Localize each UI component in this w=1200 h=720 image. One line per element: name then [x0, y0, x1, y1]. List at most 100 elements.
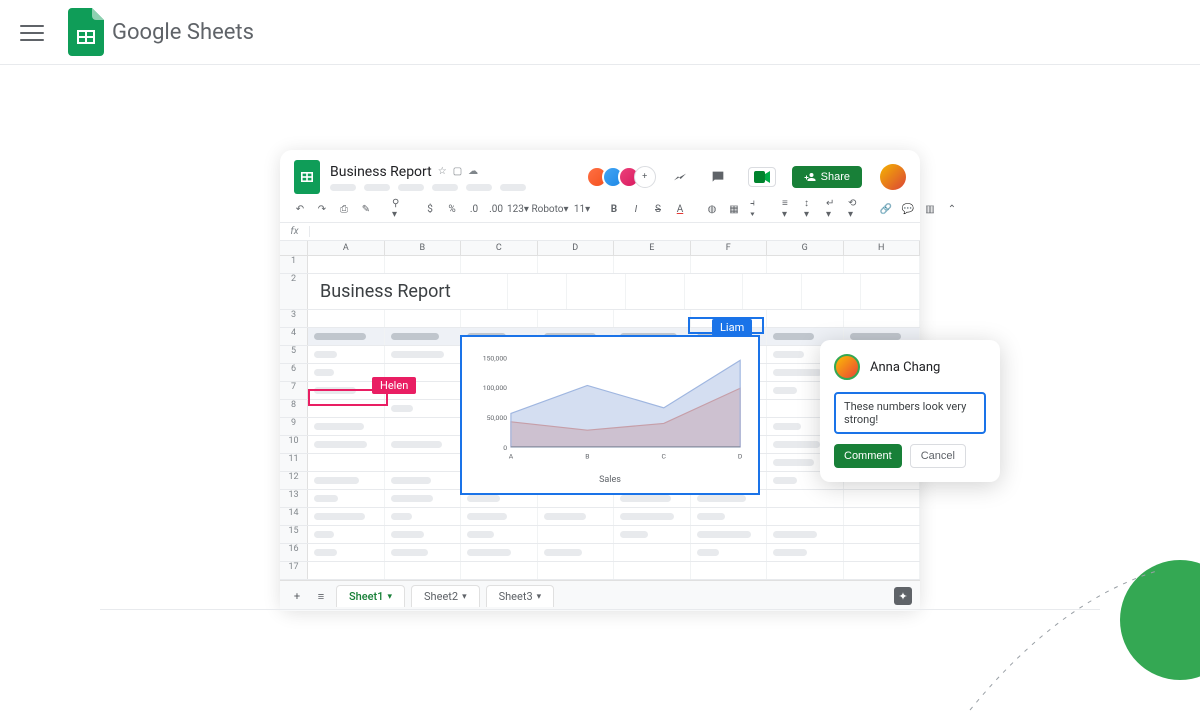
cell[interactable] [614, 256, 691, 273]
cell[interactable] [538, 508, 615, 525]
valign-icon[interactable]: ↕ ▾ [804, 202, 816, 216]
all-sheets-button[interactable]: ≡ [312, 590, 330, 603]
cell[interactable] [308, 346, 385, 363]
toolbar-overflow-icon[interactable]: ⌃ [946, 202, 958, 216]
row[interactable]: 1 [280, 256, 920, 274]
cell[interactable] [691, 526, 768, 543]
cell[interactable] [461, 508, 538, 525]
cell[interactable] [385, 256, 462, 273]
sheet-tab[interactable]: Sheet1▾ [336, 585, 405, 607]
paint-format-icon[interactable]: ✎ [360, 202, 372, 216]
product-logo[interactable]: Google Sheets [68, 8, 254, 56]
redo-icon[interactable]: ↷ [316, 202, 328, 216]
cell[interactable] [385, 400, 462, 417]
number-format-dropdown[interactable]: 123 ▾ [512, 202, 524, 216]
row-header[interactable]: 11 [280, 454, 308, 471]
cell[interactable] [385, 544, 462, 561]
col-header[interactable]: D [538, 241, 615, 255]
sheet-tab[interactable]: Sheet2▾ [411, 585, 480, 607]
row-header[interactable]: 4 [280, 328, 308, 345]
row-header[interactable]: 17 [280, 562, 308, 579]
cell[interactable] [802, 274, 861, 309]
row-header[interactable]: 1 [280, 256, 308, 273]
cell[interactable] [844, 526, 921, 543]
rotate-icon[interactable]: ⟲ ▾ [848, 202, 860, 216]
cell[interactable] [461, 310, 538, 327]
row-header[interactable]: 8 [280, 400, 308, 417]
row-header[interactable]: 6 [280, 364, 308, 381]
comment-input[interactable]: These numbers look very strong! [834, 392, 986, 434]
account-avatar[interactable] [880, 164, 906, 190]
cell[interactable] [614, 310, 691, 327]
row-header[interactable]: 14 [280, 508, 308, 525]
collaborator-avatars[interactable]: + [592, 166, 656, 188]
cell[interactable] [844, 310, 921, 327]
font-size-dropdown[interactable]: 11 ▾ [576, 202, 588, 216]
cell[interactable] [308, 418, 385, 435]
row-header[interactable]: 13 [280, 490, 308, 507]
row[interactable]: 17 [280, 562, 920, 580]
col-header[interactable]: H [844, 241, 921, 255]
cell[interactable] [308, 454, 385, 471]
merge-icon[interactable]: ⫞ ▾ [750, 202, 762, 216]
cell[interactable] [308, 436, 385, 453]
row-header[interactable]: 16 [280, 544, 308, 561]
print-icon[interactable]: ⎙ [338, 202, 350, 216]
cell[interactable] [691, 256, 768, 273]
cell[interactable] [614, 508, 691, 525]
col-header[interactable]: G [767, 241, 844, 255]
row-header[interactable]: 5 [280, 346, 308, 363]
cell[interactable] [461, 544, 538, 561]
row-header[interactable]: 7 [280, 382, 308, 399]
comment-submit-button[interactable]: Comment [834, 444, 902, 468]
row[interactable]: 14 [280, 508, 920, 526]
sheet-tab[interactable]: Sheet3▾ [486, 585, 555, 607]
cell[interactable] [538, 310, 615, 327]
meet-button[interactable] [748, 167, 776, 187]
insert-chart-icon[interactable]: ▥ [924, 202, 936, 216]
col-header[interactable]: E [614, 241, 691, 255]
cell[interactable] [626, 274, 685, 309]
cell[interactable] [308, 544, 385, 561]
move-icon[interactable]: ▢ [453, 166, 462, 177]
halign-icon[interactable]: ≡ ▾ [782, 202, 794, 216]
cell[interactable] [385, 418, 462, 435]
cell[interactable] [385, 472, 462, 489]
cell[interactable] [767, 562, 844, 579]
row[interactable]: 16 [280, 544, 920, 562]
cell[interactable] [844, 562, 921, 579]
fill-color-icon[interactable]: ◍ [706, 202, 718, 216]
cell[interactable] [691, 562, 768, 579]
cell[interactable] [767, 490, 844, 507]
cell[interactable] [538, 256, 615, 273]
cell[interactable] [685, 274, 744, 309]
decrease-decimal-icon[interactable]: .0 [468, 202, 480, 216]
borders-icon[interactable]: ▦ [728, 202, 740, 216]
cell[interactable] [385, 454, 462, 471]
cell[interactable] [385, 436, 462, 453]
bold-icon[interactable]: B [608, 202, 620, 216]
cell[interactable] [538, 526, 615, 543]
cell[interactable] [461, 526, 538, 543]
cell[interactable] [308, 310, 385, 327]
link-icon[interactable]: 🔗 [880, 202, 892, 216]
currency-icon[interactable]: $ [424, 202, 436, 216]
row-header[interactable]: 10 [280, 436, 308, 453]
cell[interactable] [385, 508, 462, 525]
cell[interactable] [385, 562, 462, 579]
doc-sheets-icon[interactable] [294, 160, 320, 194]
italic-icon[interactable]: I [630, 202, 642, 216]
menu-icon[interactable] [20, 20, 44, 44]
undo-icon[interactable]: ↶ [294, 202, 306, 216]
cell[interactable] [767, 526, 844, 543]
cell[interactable] [844, 544, 921, 561]
row-header[interactable]: 12 [280, 472, 308, 489]
comment-cancel-button[interactable]: Cancel [910, 444, 966, 468]
share-button[interactable]: Share [792, 166, 862, 188]
cell[interactable] [308, 472, 385, 489]
cell[interactable] [385, 490, 462, 507]
cell[interactable] [743, 274, 802, 309]
cell[interactable] [767, 310, 844, 327]
text-color-icon[interactable]: A [674, 202, 686, 216]
row-header[interactable]: 3 [280, 310, 308, 327]
